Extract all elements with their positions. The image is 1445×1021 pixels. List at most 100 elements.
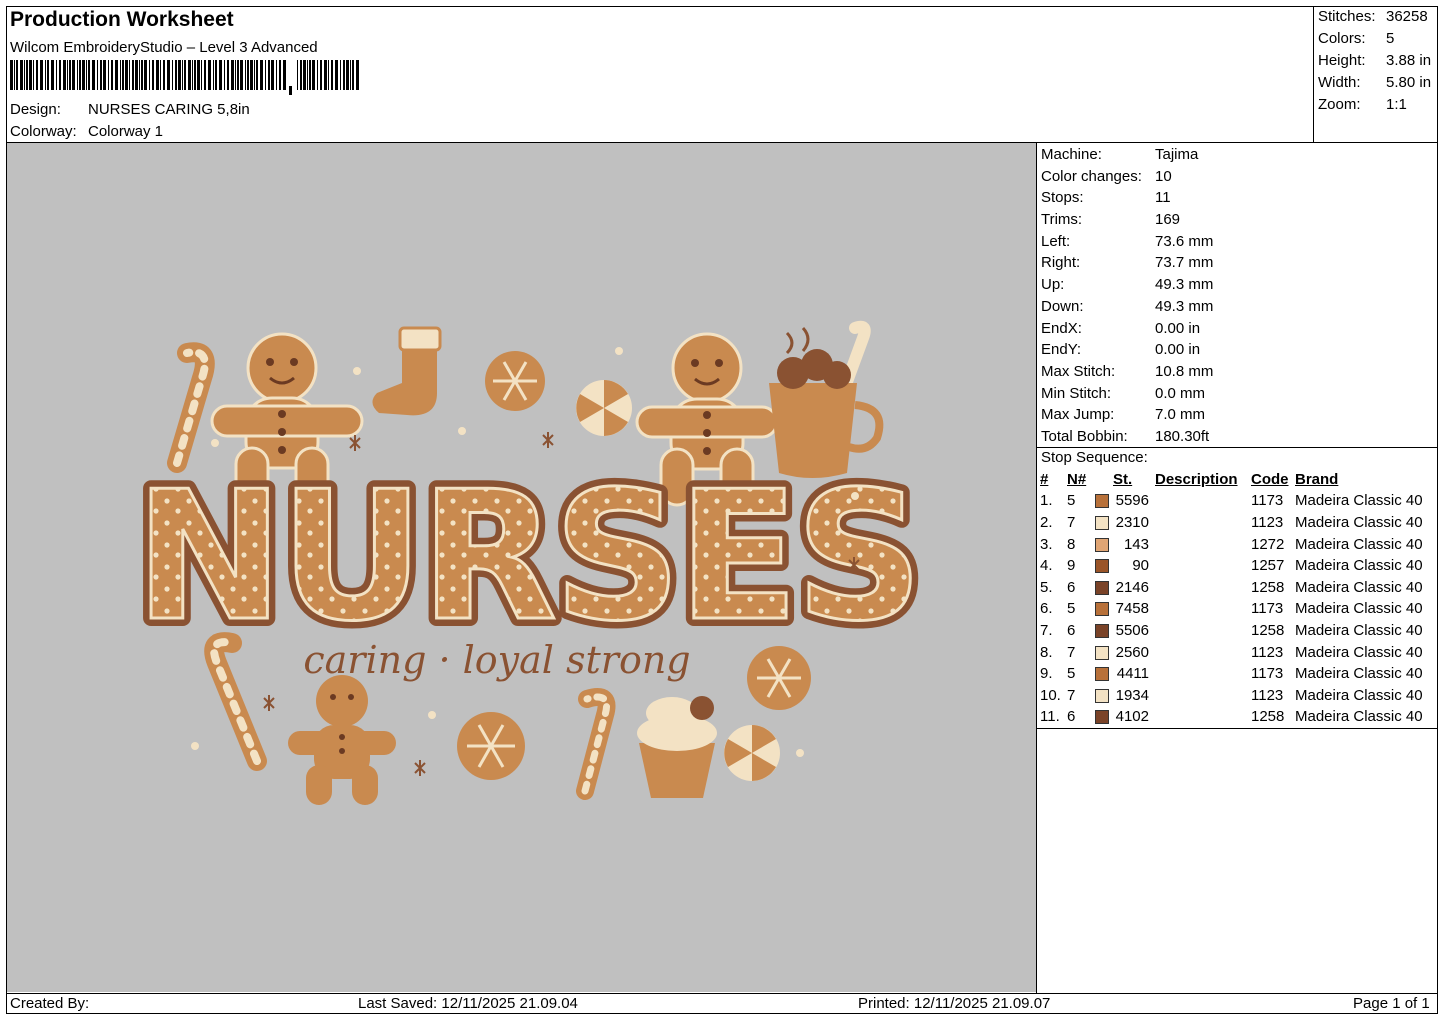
printed-date: Printed: 12/11/2025 21.09.07 bbox=[858, 995, 1051, 1012]
canvas-divider bbox=[1036, 143, 1037, 993]
stop-code: 1123 bbox=[1251, 513, 1284, 531]
stop-index: 7. bbox=[1040, 621, 1053, 639]
machine-row: Min Stitch: 0.0 mm bbox=[1041, 384, 1213, 406]
machine-row: Max Stitch: 10.8 mm bbox=[1041, 362, 1213, 384]
stop-stitches: 1934 bbox=[1115, 686, 1149, 704]
stop-code: 1257 bbox=[1251, 557, 1285, 575]
cupcake-icon bbox=[637, 696, 717, 798]
stop-stitches: 4102 bbox=[1115, 708, 1149, 726]
stop-sequence-end-divider bbox=[1037, 728, 1438, 729]
design-row: Design: NURSES CARING 5,8in bbox=[10, 101, 250, 118]
stop-color-swatch bbox=[1095, 534, 1113, 556]
machine-value: 180.30ft bbox=[1155, 427, 1210, 445]
stop-brand: Madeira Classic 40 bbox=[1295, 535, 1423, 553]
machine-info-list: Machine: Tajima Color changes: 10 Stops: 11 Tr… bbox=[1041, 145, 1213, 449]
stop-stitches: 7458 bbox=[1115, 600, 1149, 618]
machine-value: 7.0 mm bbox=[1155, 406, 1206, 424]
stop-brand: Madeira Classic 40 bbox=[1295, 600, 1423, 618]
stop-color-swatch bbox=[1095, 620, 1113, 642]
stop-color-swatch bbox=[1095, 599, 1113, 621]
nurses-lettering: NURSES NURSES NURSES bbox=[127, 445, 932, 668]
tagline-lettering: caring · loyal strong bbox=[303, 638, 690, 682]
stop-description bbox=[1149, 577, 1251, 599]
machine-label: Right: bbox=[1041, 254, 1081, 272]
machine-label: Trims: bbox=[1041, 211, 1083, 229]
stop-stitches: 90 bbox=[1132, 557, 1149, 575]
stat-stitches: Stitches: 36258 bbox=[1318, 8, 1428, 25]
machine-label: Max Stitch: bbox=[1041, 362, 1116, 380]
stop-needle: 6 bbox=[1067, 708, 1076, 726]
machine-stop-divider bbox=[1037, 447, 1438, 448]
stop-stitches: 143 bbox=[1123, 535, 1149, 553]
color-swatch bbox=[1095, 602, 1109, 617]
last-saved: Last Saved: 12/11/2025 21.09.04 bbox=[358, 995, 578, 1012]
stop-stitches: 5596 bbox=[1115, 492, 1149, 510]
header-description: Description bbox=[1155, 470, 1238, 488]
stop-sequence-row: 1. 5 5596 1173 Madeira Classic 40 bbox=[1040, 491, 1423, 513]
machine-row: Down: 49.3 mm bbox=[1041, 297, 1213, 319]
candy-cane-icon bbox=[167, 342, 215, 473]
barcode bbox=[10, 60, 359, 95]
machine-value: 169 bbox=[1155, 211, 1181, 229]
machine-label: Down: bbox=[1041, 297, 1084, 315]
design-value: NURSES CARING 5,8in bbox=[88, 101, 250, 118]
machine-label: Up: bbox=[1041, 276, 1065, 294]
stop-description bbox=[1149, 685, 1251, 707]
stop-code: 1123 bbox=[1251, 686, 1284, 704]
page-number: Page 1 of 1 bbox=[1353, 995, 1430, 1012]
stop-code: 1173 bbox=[1251, 665, 1284, 683]
stop-needle: 5 bbox=[1067, 600, 1076, 618]
stop-index: 10. bbox=[1040, 686, 1061, 704]
machine-value: Tajima bbox=[1155, 146, 1199, 163]
stop-sequence-row: 3. 8 143 1272 Madeira Classic 40 bbox=[1040, 534, 1423, 556]
stop-sequence-row: 2. 7 2310 1123 Madeira Classic 40 bbox=[1040, 512, 1423, 534]
stop-color-swatch bbox=[1095, 663, 1113, 685]
stop-sequence-title: Stop Sequence: bbox=[1041, 449, 1148, 466]
stop-stitches: 5506 bbox=[1115, 621, 1149, 639]
stop-sequence-table: # N# St. Description Code Brand 1. 5 5596 1… bbox=[1040, 469, 1423, 728]
stop-brand: Madeira Classic 40 bbox=[1295, 686, 1423, 704]
header-stats-divider bbox=[1313, 6, 1314, 142]
stop-description bbox=[1149, 491, 1251, 513]
stop-brand: Madeira Classic 40 bbox=[1295, 513, 1423, 531]
stop-index: 9. bbox=[1040, 665, 1053, 683]
stat-colors: Colors: 5 bbox=[1318, 30, 1395, 47]
stop-brand: Madeira Classic 40 bbox=[1295, 708, 1423, 726]
design-preview: NURSES NURSES NURSES caring · loyal stro… bbox=[7, 143, 1036, 992]
machine-label: Stops: bbox=[1041, 189, 1084, 207]
machine-label: Left: bbox=[1041, 232, 1071, 250]
snowflake-cookie-icon bbox=[485, 351, 545, 411]
stop-index: 11. bbox=[1040, 708, 1060, 726]
stop-needle: 6 bbox=[1067, 578, 1076, 596]
colorway-row: Colorway: Colorway 1 bbox=[10, 123, 163, 140]
software-name: Wilcom EmbroideryStudio – Level 3 Advanc… bbox=[10, 39, 318, 56]
stat-width: Width: 5.80 in bbox=[1318, 74, 1432, 91]
stop-index: 6. bbox=[1040, 600, 1053, 618]
color-swatch bbox=[1095, 623, 1109, 638]
design-stats: Stitches: 36258 Colors: 5 Height: 3.88 in W… bbox=[1318, 7, 1431, 117]
machine-value: 0.00 in bbox=[1155, 319, 1201, 337]
header-swatch bbox=[1095, 469, 1113, 491]
stop-needle: 7 bbox=[1067, 686, 1076, 704]
stop-stitches: 2560 bbox=[1115, 643, 1149, 661]
machine-label: EndX: bbox=[1041, 319, 1082, 337]
machine-value: 11 bbox=[1155, 189, 1171, 207]
stop-sequence-header: # N# St. Description Code Brand bbox=[1040, 469, 1423, 491]
stop-brand: Madeira Classic 40 bbox=[1295, 665, 1423, 683]
colorway-label: Colorway: bbox=[10, 123, 77, 140]
stop-index: 2. bbox=[1040, 513, 1053, 531]
stop-description bbox=[1149, 534, 1251, 556]
stop-description bbox=[1149, 642, 1251, 664]
color-swatch bbox=[1095, 667, 1109, 682]
header-brand: Brand bbox=[1295, 470, 1339, 488]
header-needle: N# bbox=[1067, 470, 1087, 488]
stop-sequence-row: 5. 6 2146 1258 Madeira Classic 40 bbox=[1040, 577, 1423, 599]
design-label: Design: bbox=[10, 101, 61, 118]
snowflake-cookie-icon-3 bbox=[747, 646, 811, 710]
snowflake-cookie-icon-2 bbox=[457, 712, 525, 780]
stop-needle: 7 bbox=[1067, 643, 1076, 661]
machine-label: Max Jump: bbox=[1041, 406, 1115, 424]
stop-needle: 8 bbox=[1067, 535, 1076, 553]
footer-divider bbox=[6, 993, 1438, 994]
machine-row: Trims: 169 bbox=[1041, 210, 1213, 232]
